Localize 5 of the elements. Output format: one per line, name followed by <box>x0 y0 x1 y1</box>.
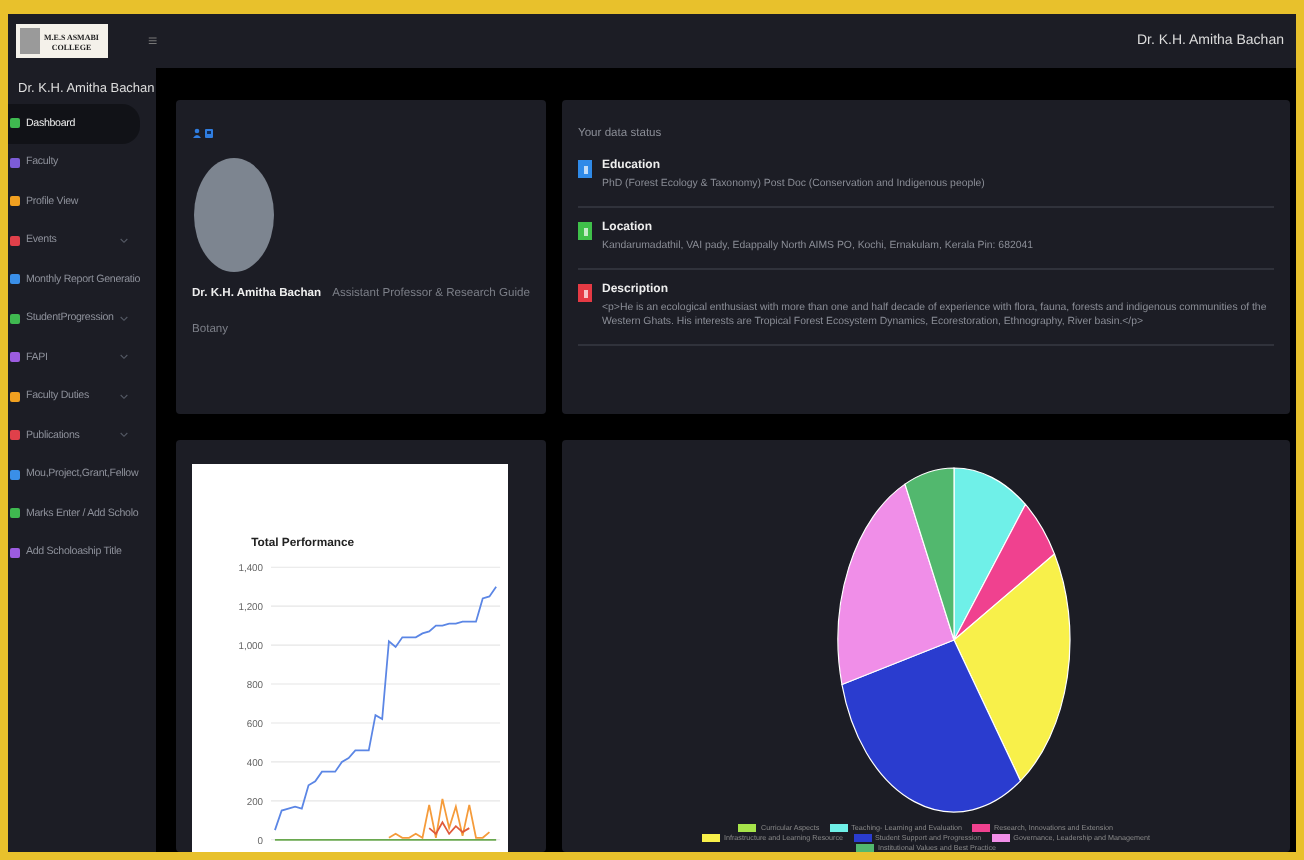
crest-icon <box>20 28 40 54</box>
photo-placeholder <box>194 158 274 272</box>
user-icon <box>192 128 202 138</box>
building-icon <box>204 128 214 138</box>
menu-button[interactable]: ≡ <box>148 32 158 50</box>
